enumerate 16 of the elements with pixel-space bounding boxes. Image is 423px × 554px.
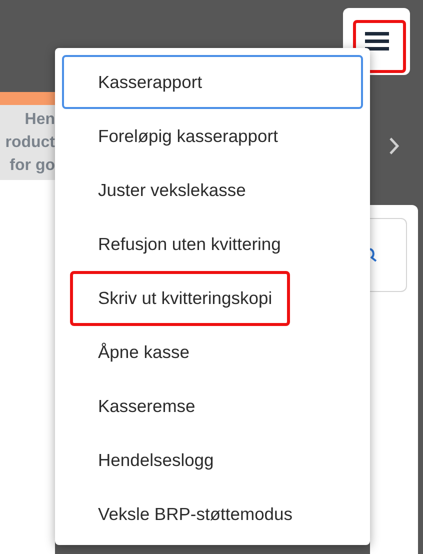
menu-item[interactable]: Skriv ut kvitteringskopi [62,271,363,325]
menu-item[interactable]: Foreløpig kasserapport [62,109,363,163]
accent-strip [0,92,55,105]
chevron-right-icon[interactable] [389,137,399,155]
menu-item[interactable]: Juster vekslekasse [62,163,363,217]
panel-text: roduct [5,133,55,153]
menu-item[interactable]: Refusjon uten kvittering [62,217,363,271]
panel-text: for go [10,156,55,176]
panel-text: Hen [24,110,55,130]
menu-item[interactable]: Kasseremse [62,379,363,433]
menu-item[interactable]: Åpne kasse [62,325,363,379]
menu-item[interactable]: Kasserapport [62,55,363,109]
menu-item[interactable]: Veksle BRP-støttemodus [62,487,363,541]
menu-item[interactable]: Hendelseslogg [62,433,363,487]
menu-icon [364,32,388,51]
search-icon [370,248,378,262]
